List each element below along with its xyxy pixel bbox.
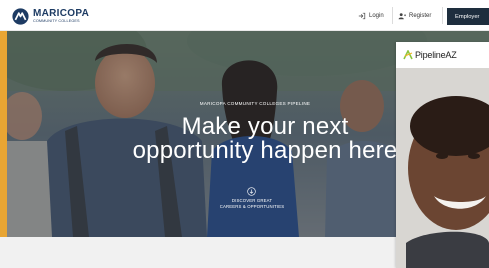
logo-text: MARICOPA COMMUNITY COLLEGES xyxy=(33,7,90,24)
logo-name: MARICOPA xyxy=(33,7,90,19)
smiling-man-photo xyxy=(396,68,489,268)
pipeline-az-mark-icon xyxy=(403,50,413,60)
discover-link[interactable]: DISCOVER GREAT CAREERS & OPPORTUNITIES xyxy=(200,198,304,209)
sign-in-icon xyxy=(358,12,366,19)
maricopa-logo-mark-icon xyxy=(12,7,29,25)
login-label: Login xyxy=(369,12,384,19)
accent-strip xyxy=(0,31,7,237)
hero-eyebrow: MARICOPA COMMUNITY COLLEGES PIPELINE xyxy=(199,101,311,106)
user-plus-icon xyxy=(398,12,406,19)
arrow-down-circle-icon[interactable] xyxy=(247,187,256,196)
login-link[interactable]: Login xyxy=(358,0,384,31)
top-navigation-bar: MARICOPA COMMUNITY COLLEGES Login Regist… xyxy=(0,0,489,31)
pipeline-az-card[interactable]: PipelineAZ xyxy=(396,42,489,268)
pipeline-az-label: PipelineAZ xyxy=(415,50,457,60)
register-label: Register xyxy=(409,12,432,19)
nav-divider xyxy=(442,7,443,24)
employer-button[interactable]: Employer xyxy=(447,8,489,25)
pipeline-az-logo: PipelineAZ xyxy=(403,50,457,60)
discover-line: CAREERS & OPPORTUNITIES xyxy=(219,203,285,209)
logo-subtitle: COMMUNITY COLLEGES xyxy=(33,18,80,23)
register-link[interactable]: Register xyxy=(398,0,431,31)
nav-divider xyxy=(392,7,393,24)
maricopa-logo[interactable]: MARICOPA COMMUNITY COLLEGES xyxy=(12,6,89,26)
